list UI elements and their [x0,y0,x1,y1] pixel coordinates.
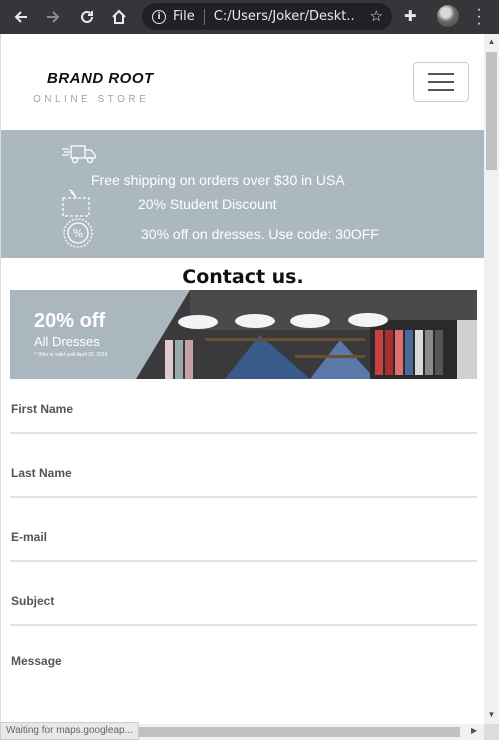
arrow-right-icon [47,11,60,23]
hamburger-line [428,81,454,83]
vertical-scroll-thumb[interactable] [486,52,497,170]
subject-label: Subject [11,594,55,608]
page-title: Contact us. [182,266,304,288]
banner-headline: 20% off [34,310,106,332]
browser-menu-icon[interactable]: · · · [474,2,484,32]
brand-logo[interactable]: BRAND ROOT [47,70,154,87]
home-button[interactable] [104,2,134,32]
promo-shipping-text: Free shipping on orders over $30 in USA [91,172,345,188]
browser-toolbar: i File C:/Users/Joker/Deskt... ☆ ✚ · · · [0,0,499,34]
omnibox-divider [203,8,205,25]
banner-note: * Offer is valid until April 20, 2019 [34,352,108,358]
reload-icon [81,10,93,23]
last-name-underline [10,496,477,498]
page-viewport: BRAND ROOT ONLINE STORE Free shipping on… [0,34,484,724]
last-name-field[interactable]: Last Name [10,458,477,522]
arrow-left-icon [14,11,27,23]
first-name-label: First Name [11,402,74,416]
hamburger-line [428,73,454,75]
status-bubble: Waiting for maps.googleap... [0,722,139,740]
forward-button[interactable] [38,2,68,32]
subject-underline [10,624,477,626]
home-icon [112,9,126,24]
svg-text:%: % [73,227,83,240]
address-bar[interactable]: i File C:/Users/Joker/Deskt... ☆ [142,3,392,30]
promo-dresses-text: 30% off on dresses. Use code: 30OFF [141,226,379,242]
brand-tagline: ONLINE STORE [33,94,150,105]
message-label: Message [11,654,62,668]
vertical-scrollbar[interactable]: ▲ ▼ [484,34,499,724]
profile-avatar[interactable] [437,5,459,27]
promo-strip: Free shipping on orders over $30 in USA … [1,130,484,258]
email-field[interactable]: E-mail [10,522,477,586]
promo-student-text: 20% Student Discount [138,196,277,212]
scroll-down-arrow-icon[interactable]: ▼ [484,710,499,719]
scroll-right-arrow-icon[interactable]: ▶ [471,726,477,735]
subject-field[interactable]: Subject [10,586,477,650]
banner-subline: All Dresses [34,334,100,349]
promo-banner[interactable]: 20% off All Dresses * Offer is valid unt… [10,290,477,379]
reload-button[interactable] [72,2,102,32]
bookmark-star-icon[interactable]: ☆ [370,7,383,25]
back-button[interactable] [6,2,36,32]
last-name-label: Last Name [11,466,72,480]
scrollbar-corner [484,724,499,740]
scroll-up-arrow-icon[interactable]: ▲ [484,37,499,46]
message-field[interactable]: Message [10,650,477,714]
contact-form: First Name Last Name E-mail Subject Mess… [10,394,477,714]
percent-badge-icon: % [63,218,93,248]
email-label: E-mail [11,530,48,544]
email-underline [10,560,477,562]
gift-box-icon [62,189,90,217]
first-name-field[interactable]: First Name [10,394,477,458]
nav-toggle-button[interactable] [413,62,469,102]
delivery-truck-icon [62,145,96,164]
extensions-puzzle-icon[interactable]: ✚ [404,7,417,25]
scheme-label: File [173,9,195,24]
site-header: BRAND ROOT ONLINE STORE [1,34,484,130]
url-text[interactable]: C:/Users/Joker/Deskt... [214,9,354,24]
first-name-underline [10,432,477,434]
hamburger-line [428,89,454,91]
site-info-icon[interactable]: i [152,9,166,24]
